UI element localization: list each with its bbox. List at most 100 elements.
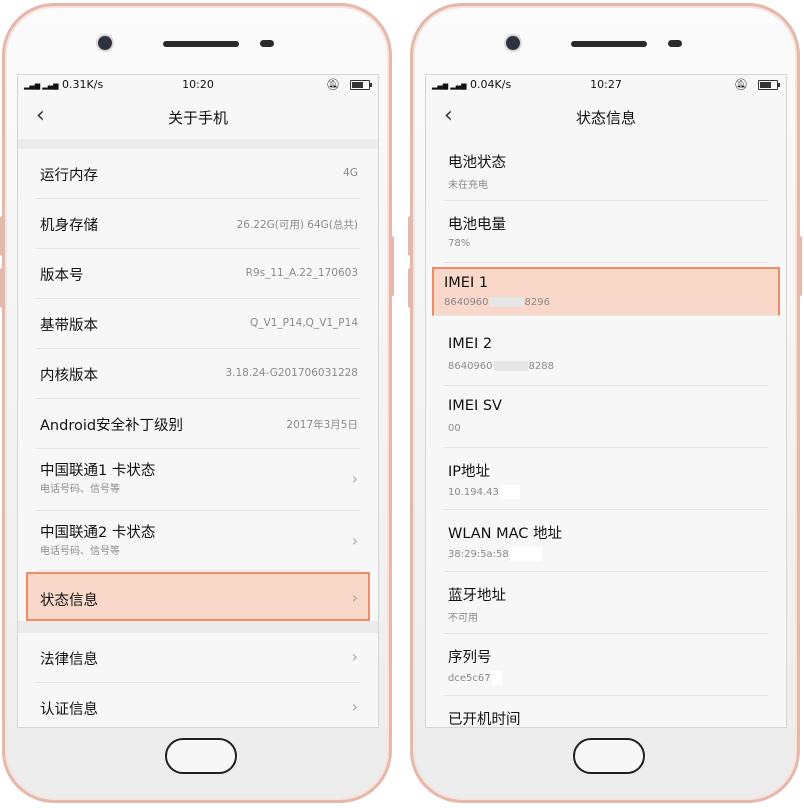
row-value: 26.22G(可用) 64G(总共) xyxy=(236,219,358,231)
row-imei-sv: IMEI SV 00 xyxy=(444,386,768,448)
row-serial-number: 序列号 dce5c67 xyxy=(444,634,768,696)
row-sub: 未在充电 xyxy=(448,180,488,191)
row-bluetooth-address: 蓝牙地址 不可用 xyxy=(444,572,768,634)
earpiece xyxy=(163,41,239,47)
row-sub: 38:29:5a:58 xyxy=(448,547,543,561)
row-sub: 电话号码、信号等 xyxy=(40,484,120,495)
row-security-patch: Android安全补丁级别 2017年3月5日 xyxy=(36,399,360,449)
row-sub: 00 xyxy=(448,423,461,434)
redaction-mask xyxy=(489,297,524,307)
row-label: 状态信息 xyxy=(40,593,98,609)
row-value: R9s_11_A.22_170603 xyxy=(245,267,358,279)
phone-left: ▂▄▆ ▂▄▆ 0.31K/s 10:20 🔕︎ ‹ 关于手机 运行内存 4G … xyxy=(0,3,394,803)
row-label: 已开机时间 xyxy=(448,712,521,728)
screen-about-phone: ▂▄▆ ▂▄▆ 0.31K/s 10:20 🔕︎ ‹ 关于手机 运行内存 4G … xyxy=(17,74,379,728)
row-sub: 不可用 xyxy=(448,613,478,624)
battery-icon xyxy=(758,79,780,90)
row-label: IMEI SV xyxy=(448,398,502,414)
row-status-info[interactable]: 状态信息 › xyxy=(26,572,370,621)
phone-right: ▂▄▆ ▂▄▆ 0.04K/s 10:27 🔕︎ ‹ 状态信息 电池状态 未在充… xyxy=(408,3,802,803)
row-value: 3.18.24-G201706031228 xyxy=(225,367,358,379)
row-imei2: IMEI 2 8640960 8288 xyxy=(444,324,768,386)
row-sub: 8640960 8296 xyxy=(444,297,550,308)
nav-bar: ‹ 关于手机 xyxy=(18,95,378,139)
volume-button xyxy=(0,216,4,256)
about-list: 运行内存 4G 机身存储 26.22G(可用) 64G(总共) 版本号 R9s_… xyxy=(18,149,378,621)
row-value: 4G xyxy=(343,167,358,179)
row-certification-info[interactable]: 认证信息 › xyxy=(36,683,360,727)
row-sub: 10.194.43 xyxy=(448,485,521,499)
row-sub: dce5c67 xyxy=(448,671,503,685)
row-sub: 电话号码、信号等 xyxy=(40,546,120,557)
row-legal-info[interactable]: 法律信息 › xyxy=(36,633,360,683)
row-label: 内核版本 xyxy=(40,368,98,384)
volume-button xyxy=(408,268,412,308)
mac-value: 38:29:5a:58 xyxy=(448,549,509,560)
row-kernel: 内核版本 3.18.24-G201706031228 xyxy=(36,349,360,399)
battery-icon xyxy=(350,79,372,90)
row-label: 认证信息 xyxy=(40,702,98,718)
imei-suffix: 8288 xyxy=(528,361,554,372)
redaction-mask xyxy=(499,485,520,499)
row-uptime: 已开机时间 xyxy=(444,696,768,728)
row-label: 中国联通2 卡状态 xyxy=(40,525,156,541)
row-label: IP地址 xyxy=(448,464,491,480)
home-button[interactable] xyxy=(573,738,645,774)
screen-status-info: ▂▄▆ ▂▄▆ 0.04K/s 10:27 🔕︎ ‹ 状态信息 电池状态 未在充… xyxy=(425,74,787,728)
imei-prefix: 8640960 xyxy=(444,297,489,308)
row-build-number[interactable]: 版本号 R9s_11_A.22_170603 xyxy=(36,249,360,299)
row-value: 2017年3月5日 xyxy=(286,419,358,431)
divider xyxy=(18,621,378,633)
sensor xyxy=(668,40,682,47)
power-button xyxy=(390,236,394,296)
row-value: Q_V1_P14,Q_V1_P14 xyxy=(250,317,358,329)
earpiece xyxy=(571,41,647,47)
front-camera xyxy=(506,36,520,50)
row-sub: 78% xyxy=(448,238,471,249)
chevron-right-icon: › xyxy=(351,469,358,488)
row-wlan-mac: WLAN MAC 地址 38:29:5a:58 xyxy=(444,510,768,572)
nav-bar: ‹ 状态信息 xyxy=(426,95,786,139)
row-label: 运行内存 xyxy=(40,168,98,184)
status-bar: ▂▄▆ ▂▄▆ 0.31K/s 10:20 🔕︎ xyxy=(18,75,378,95)
clock: 10:27 xyxy=(590,78,622,91)
status-list: 电池状态 未在充电 电池电量 78% IMEI 1 8640960 8296 IM… xyxy=(426,139,786,728)
serial-value: dce5c67 xyxy=(448,673,491,684)
row-label: 中国联通1 卡状态 xyxy=(40,463,156,479)
imei-suffix: 8296 xyxy=(524,297,550,308)
row-ip-address: IP地址 10.194.43 xyxy=(444,448,768,510)
row-label: 机身存储 xyxy=(40,218,98,234)
ip-value: 10.194.43 xyxy=(448,487,499,498)
clock: 10:20 xyxy=(182,78,214,91)
status-bar: ▂▄▆ ▂▄▆ 0.04K/s 10:27 🔕︎ xyxy=(426,75,786,95)
redaction-mask xyxy=(491,671,502,685)
page-title: 状态信息 xyxy=(575,109,636,127)
row-battery-status: 电池状态 未在充电 xyxy=(444,139,768,201)
row-label: Android安全补丁级别 xyxy=(40,418,184,434)
row-label: IMEI 2 xyxy=(448,336,493,352)
about-list-2: 法律信息 › 认证信息 › xyxy=(18,633,378,727)
chevron-right-icon: › xyxy=(351,531,358,550)
home-button[interactable] xyxy=(165,738,237,774)
page-title: 关于手机 xyxy=(167,109,228,127)
imei-prefix: 8640960 xyxy=(448,361,493,372)
row-battery-level: 电池电量 78% xyxy=(444,201,768,263)
volume-button xyxy=(0,268,4,308)
row-label: 法律信息 xyxy=(40,652,98,668)
redaction-mask xyxy=(493,361,528,371)
sensor xyxy=(260,40,274,47)
row-sim2-status[interactable]: 中国联通2 卡状态 电话号码、信号等 › xyxy=(36,511,360,571)
row-storage: 机身存储 26.22G(可用) 64G(总共) xyxy=(36,199,360,249)
row-sub: 8640960 8288 xyxy=(448,361,554,372)
row-label: 序列号 xyxy=(448,650,492,666)
volume-button xyxy=(408,216,412,256)
row-label: 版本号 xyxy=(40,268,84,284)
row-label: 电池状态 xyxy=(448,155,506,171)
row-baseband: 基带版本 Q_V1_P14,Q_V1_P14 xyxy=(36,299,360,349)
row-imei1[interactable]: IMEI 1 8640960 8296 xyxy=(432,267,780,316)
row-label: IMEI 1 xyxy=(444,275,489,291)
row-label: WLAN MAC 地址 xyxy=(448,526,563,542)
divider xyxy=(18,139,378,149)
row-ram: 运行内存 4G xyxy=(36,149,360,199)
row-sim1-status[interactable]: 中国联通1 卡状态 电话号码、信号等 › xyxy=(36,449,360,511)
